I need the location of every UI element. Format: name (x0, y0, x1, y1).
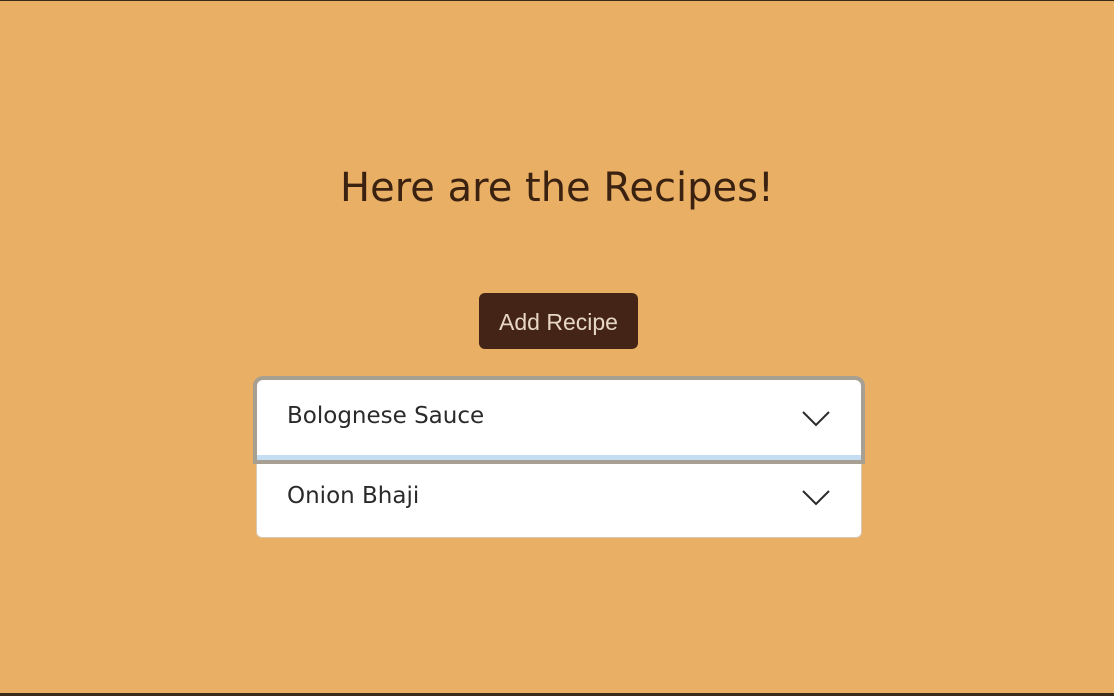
page-title: Here are the Recipes! (340, 165, 774, 211)
recipe-item-title: Onion Bhaji (287, 483, 420, 509)
recipe-item-onion-bhaji[interactable]: Onion Bhaji (257, 460, 861, 538)
chevron-down-icon[interactable] (801, 410, 831, 428)
recipe-item-title: Bolognese Sauce (287, 403, 485, 429)
chevron-down-icon[interactable] (801, 489, 831, 507)
recipe-item-bolognese-sauce[interactable]: Bolognese Sauce (257, 380, 861, 460)
recipe-accordion: Bolognese Sauce Onion Bhaji (256, 379, 862, 538)
add-recipe-button[interactable]: Add Recipe (479, 293, 638, 349)
